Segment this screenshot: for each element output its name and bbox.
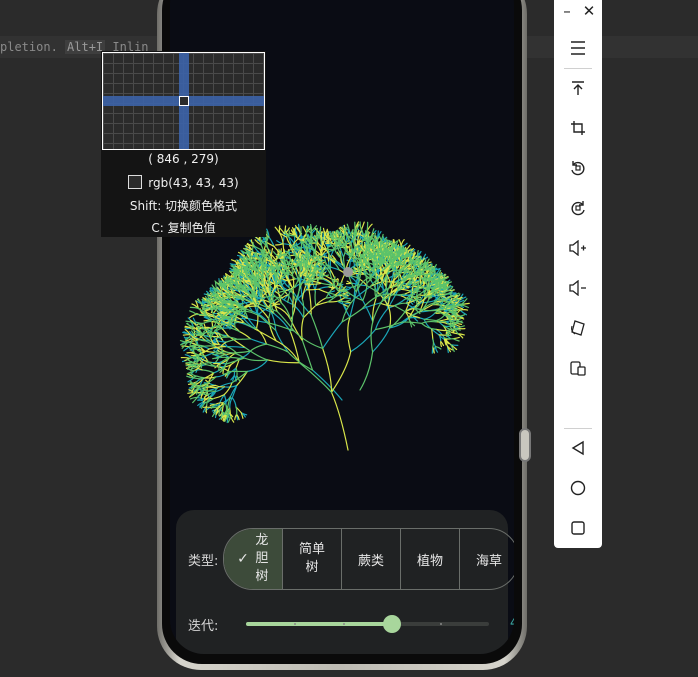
- iteration-slider[interactable]: [246, 615, 489, 633]
- slider-tick: [440, 623, 442, 625]
- magnifier: [102, 52, 265, 150]
- type-option-label: 简单树: [299, 542, 326, 575]
- fold-device-icon[interactable]: [554, 310, 602, 346]
- color-readout: rgb(43, 43, 43): [101, 175, 266, 190]
- mirror-device-icon[interactable]: [554, 350, 602, 386]
- overview-icon[interactable]: [554, 510, 602, 546]
- type-option-label: 蕨类: [357, 553, 384, 569]
- emulator-toolbar: – ✕: [554, 0, 602, 548]
- crop-screenshot-icon[interactable]: [554, 110, 602, 146]
- type-option-simple-tree[interactable]: 简单树: [282, 529, 341, 589]
- menu-icon[interactable]: [554, 30, 602, 66]
- type-option-plant[interactable]: 植物: [400, 529, 459, 589]
- type-option-label: 海草: [475, 553, 502, 569]
- type-segmented-control: ✓ 龙胆树 简单树 蕨类 植物 海草: [223, 528, 514, 590]
- copy-hint: C: 复制色值: [151, 221, 216, 235]
- touch-point-indicator: [343, 267, 353, 277]
- check-icon: ✓: [237, 551, 249, 567]
- slider-tick: [294, 623, 296, 625]
- slider-tick: [343, 623, 345, 625]
- slider-thumb[interactable]: [382, 615, 401, 633]
- type-option-fern[interactable]: 蕨类: [341, 529, 400, 589]
- pin-top-icon[interactable]: [554, 70, 602, 106]
- toolbar-divider: [564, 428, 592, 429]
- type-option-label: 龙胆树: [255, 533, 269, 584]
- shift-hint: Shift: 切换颜色格式: [129, 199, 238, 213]
- color-swatch: [128, 175, 143, 189]
- rotate-right-icon[interactable]: [554, 190, 602, 226]
- type-option-seaweed[interactable]: 海草: [459, 529, 514, 589]
- type-option-label: 植物: [416, 553, 443, 569]
- volume-up-icon[interactable]: [554, 230, 602, 266]
- phone-side-button: [519, 428, 531, 462]
- back-icon[interactable]: [554, 430, 602, 466]
- volume-down-icon[interactable]: [554, 270, 602, 306]
- ide-code-text: pletion.: [0, 40, 58, 54]
- cursor-coordinates: ( 846 , 279): [148, 152, 219, 166]
- settings-panel: 类型: ✓ 龙胆树 简单树 蕨类 植物 海草 迭代:: [176, 510, 514, 654]
- rotate-left-icon[interactable]: [554, 150, 602, 186]
- iteration-label: 迭代:: [188, 619, 219, 634]
- color-value: rgb(43, 43, 43): [148, 176, 239, 190]
- type-option-gentian-tree[interactable]: ✓ 龙胆树: [224, 529, 282, 589]
- slider-fill: [246, 622, 392, 626]
- home-icon[interactable]: [554, 470, 602, 506]
- type-label: 类型:: [188, 554, 219, 569]
- ide-shortcut-key: Alt+I: [65, 40, 106, 54]
- center-pixel: [179, 96, 189, 106]
- toolbar-divider: [564, 68, 592, 69]
- minimize-icon[interactable]: –: [556, 0, 578, 22]
- color-picker-overlay: ( 846 , 279) rgb(43, 43, 43) Shift: 切换颜色…: [101, 51, 266, 237]
- iteration-value: 4: [510, 616, 514, 631]
- close-icon[interactable]: ✕: [578, 0, 600, 22]
